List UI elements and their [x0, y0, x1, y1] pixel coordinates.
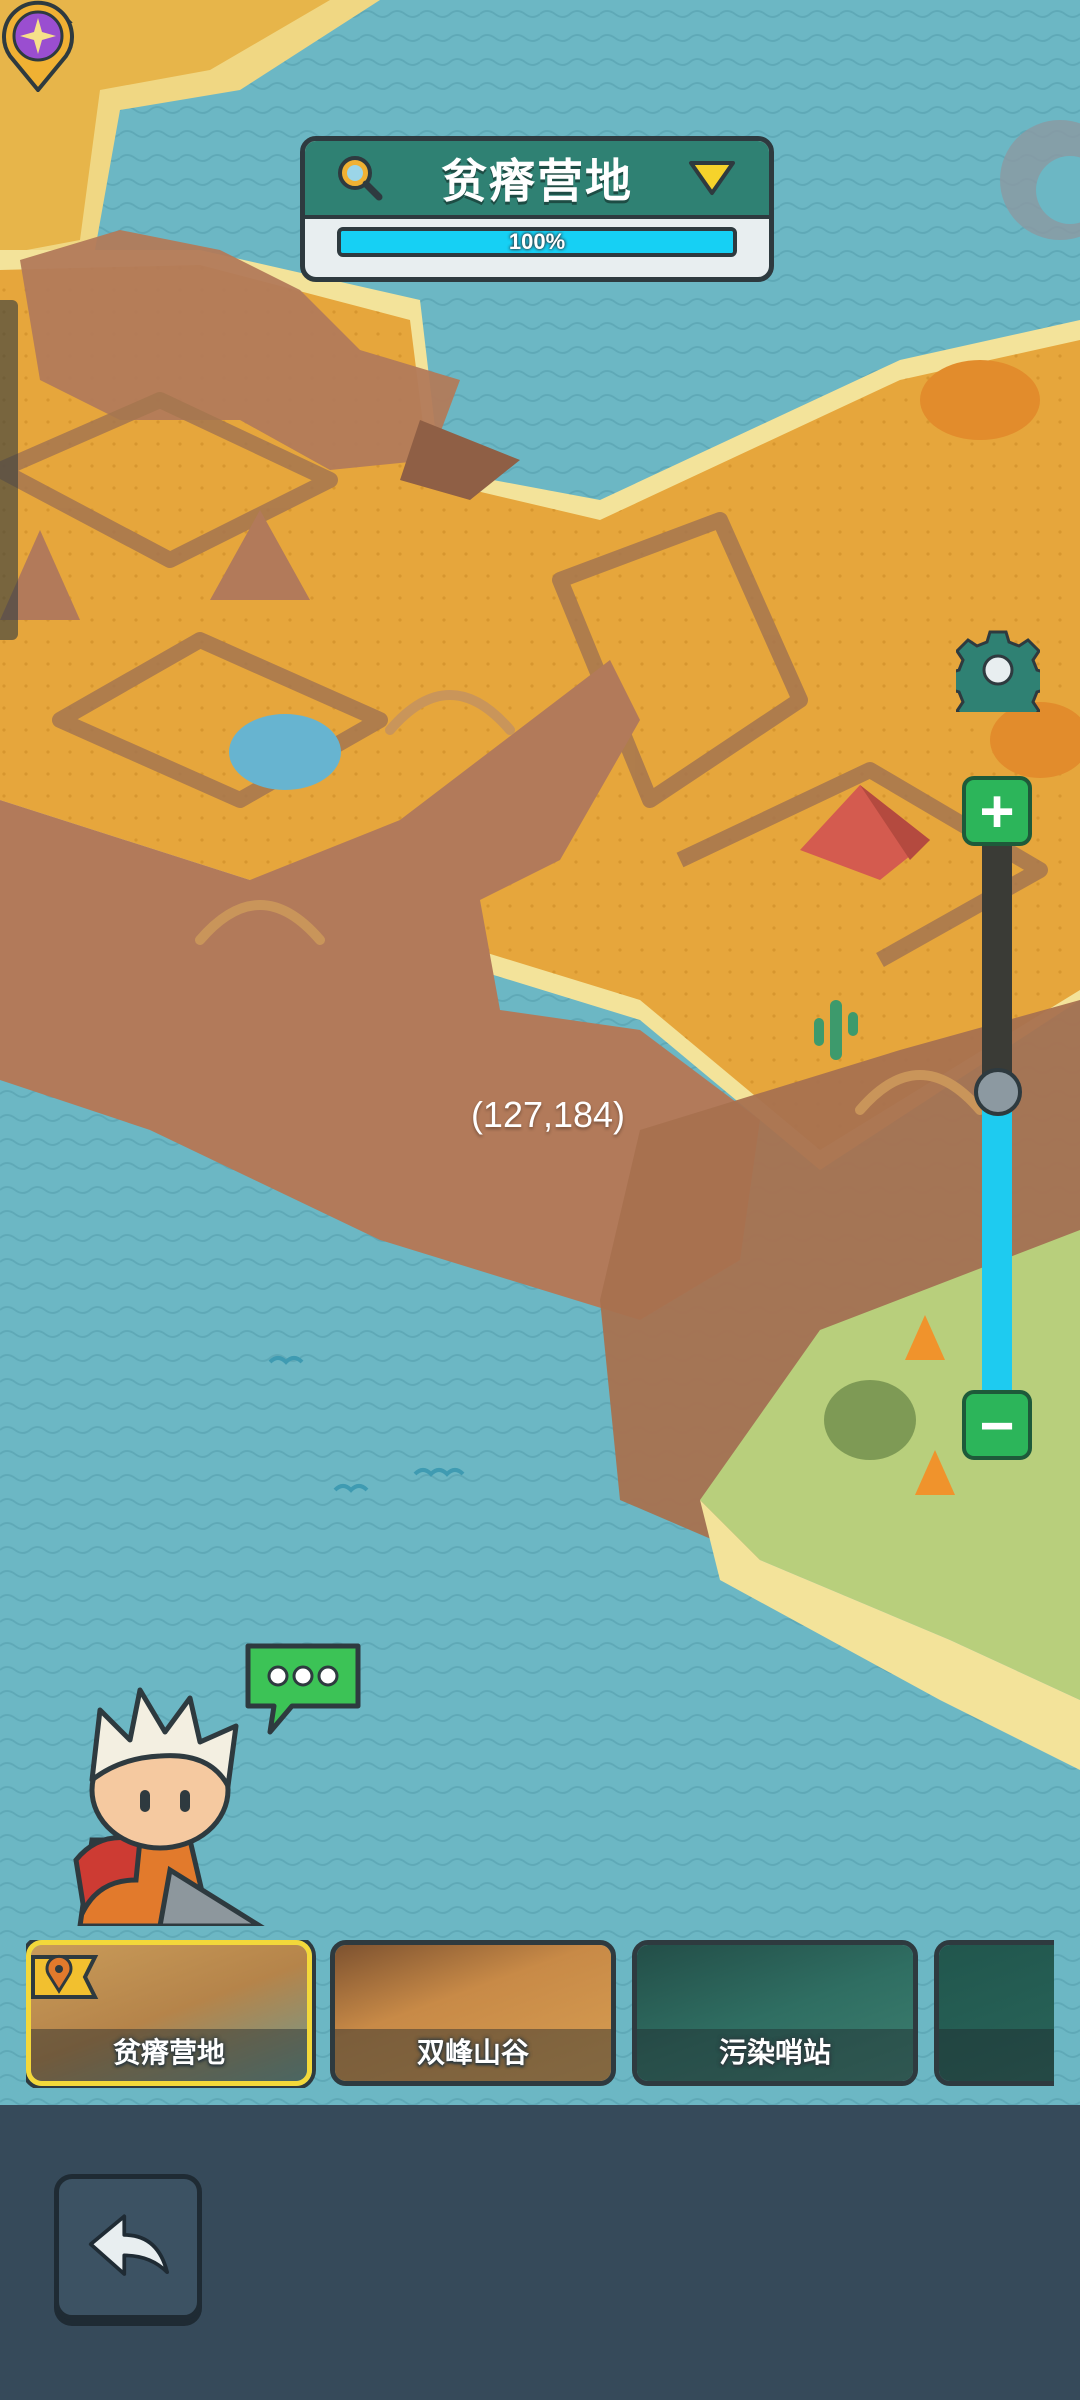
location-header: 贫瘠营地 100%: [300, 136, 774, 282]
magnifier-icon[interactable]: [333, 151, 385, 203]
location-card[interactable]: 污染哨站: [632, 1940, 918, 2086]
zoom-slider-track[interactable]: [982, 840, 1012, 1400]
location-card[interactable]: 贫瘠营地: [26, 1940, 312, 2086]
gear-icon[interactable]: [956, 628, 1040, 712]
location-card-label: 污染哨站: [718, 2037, 831, 2068]
zoom-slider-fill: [982, 1092, 1012, 1400]
hero-character[interactable]: [40, 1670, 280, 1926]
location-title-bar: 贫瘠营地: [305, 141, 769, 219]
location-card-shade: [939, 2029, 1054, 2081]
location-card-strip[interactable]: 贫瘠营地 双峰山谷 污染哨站 腐烂: [26, 1940, 1054, 2088]
location-card-label: 双峰山谷: [416, 2037, 529, 2068]
zoom-in-button[interactable]: +: [962, 776, 1032, 846]
location-title: 贫瘠营地: [441, 155, 633, 207]
location-card[interactable]: 双峰山谷: [330, 1940, 616, 2086]
location-card[interactable]: 腐烂: [934, 1940, 1054, 2086]
purple-star-pin-icon[interactable]: [0, 0, 76, 92]
back-button[interactable]: [54, 2174, 202, 2320]
triangle-down-icon[interactable]: [687, 159, 737, 197]
left-edge-tab[interactable]: [0, 300, 18, 640]
zoom-slider-handle[interactable]: [974, 1068, 1022, 1116]
coordinates-label: (127,184): [470, 1094, 626, 1135]
location-card-label: 贫瘠营地: [112, 2037, 225, 2068]
exploration-progress-label: 100%: [508, 229, 566, 254]
back-arrow-icon: [88, 2214, 169, 2276]
zoom-out-button[interactable]: −: [962, 1390, 1032, 1460]
exploration-progress-bar: 100%: [337, 227, 737, 257]
location-pin-flag-icon: [31, 1954, 99, 1999]
